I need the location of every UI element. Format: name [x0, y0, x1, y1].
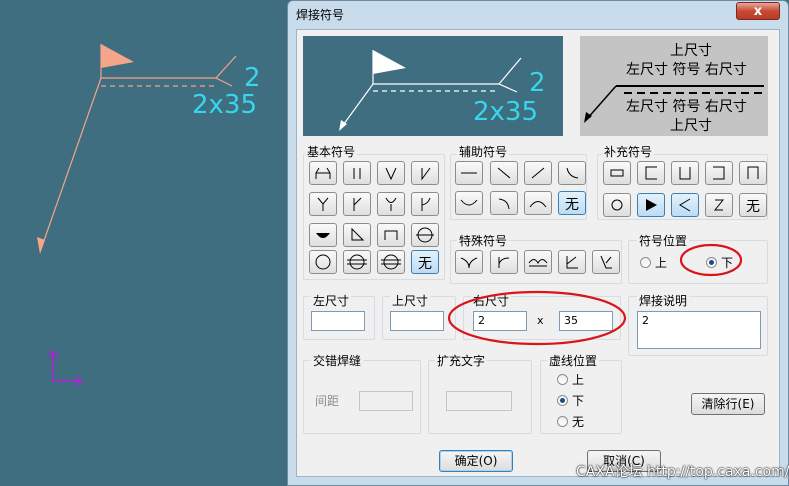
special-2-button[interactable] [490, 250, 518, 274]
preview-drawing: 2 2x35 [339, 50, 546, 131]
supp-none-button[interactable]: 无 [739, 193, 767, 217]
weld-symbol-dialog: 焊接符号 x 2 2x35 上尺寸 左尺寸 符号 右尺寸 左尺寸 符号 右尺寸 … [287, 0, 789, 486]
symbol-position-label: 符号位置 [637, 232, 690, 249]
position-down-radio[interactable] [706, 257, 717, 268]
extra-text-label: 扩充文字 [435, 352, 488, 369]
tail-line-upper [215, 55, 237, 79]
supp-arch-button[interactable] [739, 161, 767, 185]
supp-open-right-button[interactable] [637, 161, 665, 185]
basic-half-y-groove-button[interactable] [343, 192, 371, 216]
supp-open-left-button[interactable] [705, 161, 733, 185]
preview-dimension-label: 2x35 [473, 97, 538, 127]
basic-backing-button[interactable] [309, 223, 337, 247]
basic-symbol-label: 基本符号 [305, 143, 358, 160]
special-5-button[interactable] [592, 250, 620, 274]
staggered-weld-label: 交错焊缝 [311, 352, 364, 369]
extra-text-input[interactable] [446, 391, 512, 411]
dashed-up-label: 上 [572, 373, 585, 387]
left-size-input[interactable] [311, 311, 365, 331]
weld-note-input[interactable]: 2 [637, 311, 761, 349]
supplementary-symbol-label: 补充符号 [602, 143, 655, 160]
special-3-button[interactable] [524, 250, 552, 274]
special-4-button[interactable] [558, 250, 586, 274]
position-up-label: 上 [655, 256, 668, 270]
special-1-button[interactable] [455, 250, 483, 274]
basic-square-groove-button[interactable] [309, 161, 337, 185]
aux-slope-down-button[interactable] [490, 161, 518, 185]
legend-bottom-line1: 左尺寸 符号 右尺寸 [626, 99, 747, 115]
clear-row-button[interactable]: 清除行(E) [691, 393, 765, 415]
dashed-up-radio[interactable] [557, 374, 568, 385]
basic-seam-button[interactable] [343, 250, 371, 274]
dashed-none-label: 无 [572, 415, 585, 429]
aux-curve-down-button[interactable] [490, 191, 518, 215]
layout-legend: 上尺寸 左尺寸 符号 右尺寸 左尺寸 符号 右尺寸 上尺寸 [580, 36, 768, 136]
preview-superscript: 2 [529, 68, 546, 98]
basic-y-groove-button[interactable] [309, 192, 337, 216]
basic-v-groove-button[interactable] [377, 161, 405, 185]
basic-none-button[interactable]: 无 [411, 250, 439, 274]
basic-bevel-groove-button[interactable] [411, 161, 439, 185]
ok-button[interactable]: 确定(O) [439, 450, 513, 472]
supp-flag-button[interactable] [637, 193, 665, 217]
spacing-input[interactable] [359, 391, 413, 411]
supp-z-button[interactable] [705, 193, 733, 217]
dashed-down-radio[interactable] [557, 395, 568, 406]
spacing-label: 间距 [315, 394, 340, 408]
aux-slope-up-button[interactable] [524, 161, 552, 185]
symbol-preview: 2 2x35 [303, 36, 563, 136]
weld-symbol-drawing: 2 2x35 [37, 44, 261, 254]
supp-circle-button[interactable] [603, 193, 631, 217]
coordinate-axis-icon [47, 349, 84, 387]
weld-note-label: 焊接说明 [637, 292, 690, 309]
top-size-input[interactable] [390, 311, 444, 331]
drawing-superscript: 2 [244, 63, 261, 93]
weld-flag [101, 44, 134, 68]
aux-concave-button[interactable] [455, 191, 483, 215]
supp-less-than-button[interactable] [671, 193, 699, 217]
top-size-label: 上尺寸 [390, 292, 431, 309]
basic-spot-button[interactable] [411, 223, 439, 247]
dashed-position-label: 虚线位置 [547, 352, 600, 369]
basic-plug-button[interactable] [377, 223, 405, 247]
position-up-radio[interactable] [640, 257, 651, 268]
tail-line-lower [215, 77, 233, 87]
dashed-down-label: 下 [572, 394, 585, 408]
close-button[interactable]: x [736, 2, 780, 20]
position-down-label: 下 [721, 256, 734, 270]
legend-top-line1: 上尺寸 [670, 43, 712, 59]
dialog-title: 焊接符号 [296, 8, 345, 22]
basic-i-groove-button[interactable] [343, 161, 371, 185]
special-symbol-label: 特殊符号 [457, 232, 510, 249]
aux-convex-button[interactable] [524, 191, 552, 215]
auxiliary-symbol-label: 辅助符号 [457, 143, 510, 160]
basic-j-groove-button[interactable] [411, 192, 439, 216]
aux-flat-button[interactable] [455, 161, 483, 185]
watermark-text: CAXA论坛 http://top.caxa.com/ [576, 464, 789, 480]
basic-seam-alt-button[interactable] [377, 250, 405, 274]
dashed-none-radio[interactable] [557, 416, 568, 427]
title-bar[interactable]: 焊接符号 x [288, 1, 788, 27]
legend-top-line2: 左尺寸 符号 右尺寸 [626, 62, 747, 78]
right-size-input-a[interactable]: 2 [473, 311, 527, 331]
right-size-input-b[interactable]: 35 [559, 311, 613, 331]
supp-u-shape-button[interactable] [671, 161, 699, 185]
supp-rectangle-button[interactable] [603, 161, 631, 185]
aux-curve-corner-button[interactable] [558, 161, 586, 185]
times-label: x [537, 314, 544, 327]
leader-arrow [37, 237, 45, 254]
legend-bottom-line2: 上尺寸 [670, 118, 712, 134]
aux-none-button[interactable]: 无 [558, 191, 586, 215]
left-size-label: 左尺寸 [311, 292, 352, 309]
leader-line [39, 77, 102, 253]
right-size-label: 右尺寸 [471, 292, 512, 309]
basic-u-groove-button[interactable] [377, 192, 405, 216]
drawing-dimension-label: 2x35 [192, 90, 257, 120]
basic-fillet-button[interactable] [343, 223, 371, 247]
dialog-body: 2 2x35 上尺寸 左尺寸 符号 右尺寸 左尺寸 符号 右尺寸 上尺寸 基本符… [296, 29, 780, 477]
basic-circle-button[interactable] [309, 250, 337, 274]
